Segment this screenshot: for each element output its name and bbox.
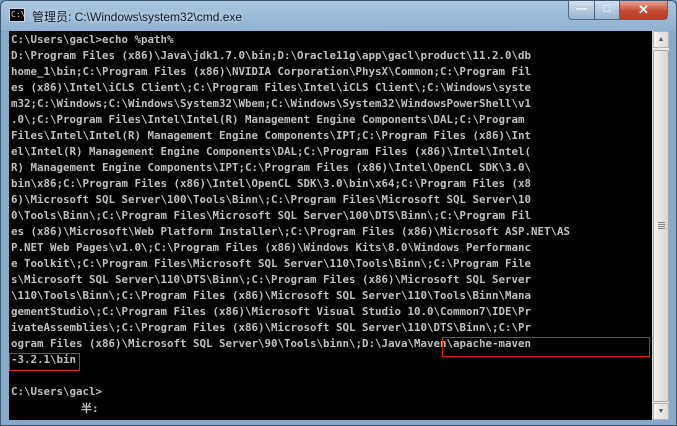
console-line: C:\Users\gacl>echo %path% — [11, 33, 174, 46]
console-line: es (x86)\Intel\iCLS Client\;C:\Program F… — [11, 81, 532, 94]
grip-line — [658, 226, 665, 227]
cmd-window: C:\ 管理员: C:\Windows\system32\cmd.exe — □… — [0, 0, 677, 426]
grip-line — [658, 224, 665, 225]
console-line: bin\x86;C:\Program Files (x86)\Intel\Ope… — [11, 177, 532, 190]
console-line: 0\Tools\Binn\;C:\Program Files\Microsoft… — [11, 209, 532, 222]
minimize-button[interactable]: — — [568, 1, 595, 20]
console-line: el\Intel(R) Management Engine Components… — [11, 145, 532, 158]
console-line: ivateAssemblies\;C:\Program Files (x86)\… — [11, 321, 532, 334]
console-prompt: C:\Users\gacl> — [11, 385, 103, 398]
console-line: s\Microsoft SQL Server\110\DTS\Binn\;C:\… — [11, 273, 532, 286]
maven-path-highlight-continued — [9, 353, 80, 371]
console-line: es (x86)\Microsoft\Web Platform Installe… — [11, 225, 571, 238]
scroll-up-button[interactable]: ▲ — [653, 31, 669, 48]
maximize-button[interactable]: □ — [594, 1, 620, 20]
vertical-scrollbar[interactable]: ▲ ▼ — [652, 31, 669, 420]
cmd-app-icon[interactable]: C:\ — [9, 8, 25, 22]
grip-line — [658, 222, 665, 223]
maven-path-highlight — [442, 337, 650, 357]
console-line: R) Management Engine Components\IPT;C:\P… — [11, 161, 532, 174]
console-line: e Toolkit\;C:\Program Files\Microsoft SQ… — [11, 257, 532, 270]
scroll-thumb[interactable] — [653, 50, 669, 402]
console-output[interactable]: C:\Users\gacl>echo %path% D:\Program Fil… — [9, 31, 652, 420]
window-title: 管理员: C:\Windows\system32\cmd.exe — [32, 10, 243, 24]
grip-line — [658, 228, 665, 229]
console-line: Files\Intel\Intel(R) Management Engine C… — [11, 129, 532, 142]
console-line: 6)\Microsoft SQL Server\100\Tools\Binn\;… — [11, 193, 532, 206]
console-line: D:\Program Files (x86)\Java\jdk1.7.0\bin… — [11, 49, 532, 62]
console-line: \110\Tools\Binn\;C:\Program Files (x86)\… — [11, 289, 532, 302]
console-line: P.NET Web Pages\v1.0\;C:\Program Files (… — [11, 241, 532, 254]
scroll-down-button[interactable]: ▼ — [653, 403, 669, 420]
console-line: home_1\bin;C:\Program Files (x86)\NVIDIA… — [11, 65, 532, 78]
ime-indicator: 半: — [81, 402, 99, 415]
console-line: gementStudio\;C:\Program Files (x86)\Mic… — [11, 305, 532, 318]
title-bar[interactable]: C:\ 管理员: C:\Windows\system32\cmd.exe — □… — [1, 1, 676, 31]
console-line: m32;C:\Windows;C:\Windows\System32\Wbem;… — [11, 97, 532, 110]
console-line: .0\;C:\Program Files\Intel\Intel(R) Mana… — [11, 113, 525, 126]
close-button[interactable]: ✕ — [619, 1, 668, 20]
